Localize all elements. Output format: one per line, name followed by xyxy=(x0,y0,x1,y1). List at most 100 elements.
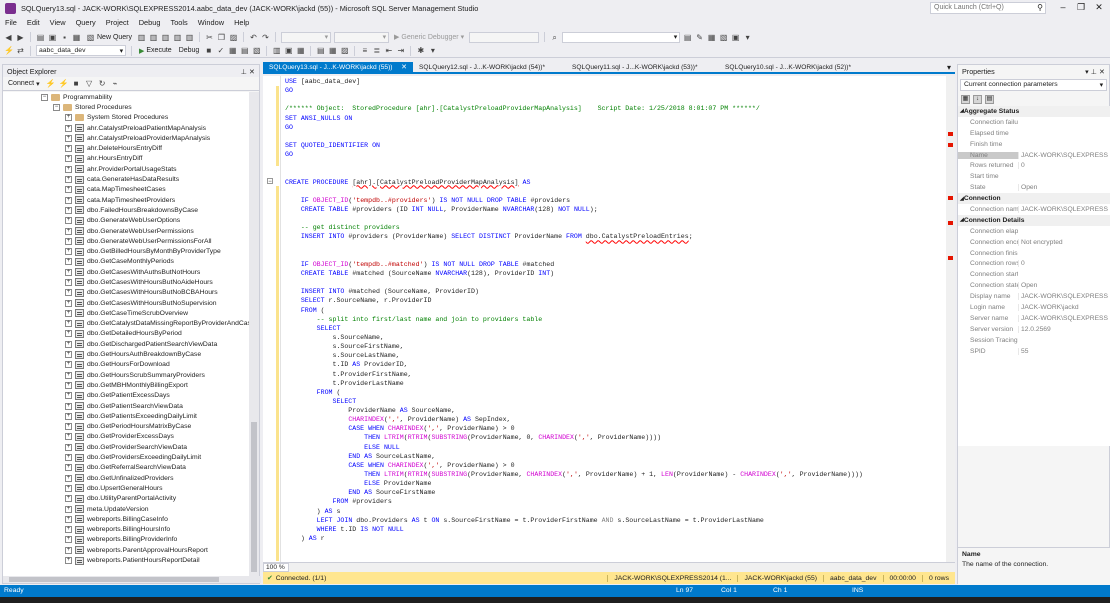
tree-node[interactable]: + cata.GenerateHasDataResults xyxy=(3,174,251,184)
expand-icon[interactable]: + xyxy=(65,526,72,534)
tree-node[interactable]: + dbo.UtilityParentPortalActivity xyxy=(3,494,251,504)
expand-icon[interactable]: + xyxy=(65,165,72,173)
tree-node[interactable]: + dbo.GetCasesWithHoursButNoSupervision xyxy=(3,298,251,308)
expand-icon[interactable]: + xyxy=(65,145,72,153)
properties-icon[interactable]: ▤ xyxy=(683,33,692,42)
collapse-icon[interactable]: − xyxy=(53,103,60,111)
properties-object-combo[interactable]: Current connection parameters ▾ xyxy=(960,79,1107,91)
property-row[interactable]: Start time xyxy=(958,171,1110,182)
expand-icon[interactable]: + xyxy=(65,433,72,441)
tree-node[interactable]: + webreports.BillingProviderInfo xyxy=(3,535,251,545)
property-row[interactable]: Connection encryptionNot encrypted xyxy=(958,237,1110,248)
expand-icon[interactable]: + xyxy=(65,309,72,317)
menu-tools[interactable]: Tools xyxy=(166,18,193,27)
disconnect-icon[interactable]: ⚡ xyxy=(59,79,69,88)
tree-node[interactable]: + dbo.GetReferralSearchViewData xyxy=(3,463,251,473)
tree-node[interactable]: + dbo.GetUnfinalizedProviders xyxy=(3,473,251,483)
menu-edit[interactable]: Edit xyxy=(22,18,45,27)
document-tab[interactable]: SQLQuery10.sql - J...K-WORK\jackd (52))* xyxy=(719,62,872,72)
redo-icon[interactable]: ↷ xyxy=(261,33,270,42)
quick-launch-input[interactable]: Quick Launch (Ctrl+Q) ⚲ xyxy=(930,2,1046,14)
tree-node[interactable]: + ahr.CatalystPreloadPatientMapAnalysis xyxy=(3,123,251,133)
expand-icon[interactable]: + xyxy=(65,196,72,204)
increase-indent-icon[interactable]: ⇥ xyxy=(396,46,405,55)
expand-icon[interactable]: + xyxy=(65,505,72,513)
activity-monitor-icon[interactable]: ⌁ xyxy=(111,79,120,88)
tree-node[interactable]: + dbo.GetPatientsExceedingDailyLimit xyxy=(3,411,251,421)
save-icon[interactable]: ▪ xyxy=(60,33,69,42)
categorized-icon[interactable]: ▦ xyxy=(961,95,970,104)
property-row[interactable]: Connection nameJACK-WORK\SQLEXPRESS2014 xyxy=(958,204,1110,215)
expand-icon[interactable]: + xyxy=(65,320,72,328)
menu-debug[interactable]: Debug xyxy=(134,18,166,27)
tree-node[interactable]: + webreports.ParentApprovalHoursReport xyxy=(3,545,251,555)
property-row[interactable]: Session Tracing ID xyxy=(958,335,1110,346)
filter-icon[interactable]: ▽ xyxy=(85,79,94,88)
start-debugger-button[interactable]: ▶ Generic Debugger ▾ xyxy=(392,33,466,42)
menu-file[interactable]: File xyxy=(0,18,22,27)
expand-icon[interactable]: + xyxy=(65,515,72,523)
menu-query[interactable]: Query xyxy=(71,18,101,27)
expand-icon[interactable]: + xyxy=(65,392,72,400)
menu-help[interactable]: Help xyxy=(229,18,254,27)
property-category[interactable]: ◢ Connection xyxy=(958,193,1110,205)
expand-icon[interactable]: + xyxy=(65,268,72,276)
tree-node[interactable]: + System Stored Procedures xyxy=(3,113,251,123)
decrease-indent-icon[interactable]: ⇤ xyxy=(384,46,393,55)
alphabetical-icon[interactable]: ↓ xyxy=(973,95,982,104)
document-tab[interactable]: SQLQuery13.sql - J...K-WORK\jackd (55)) ✕ xyxy=(263,62,413,72)
document-tab[interactable]: SQLQuery12.sql - J...K-WORK\jackd (54))* xyxy=(413,62,566,72)
tree-node[interactable]: + dbo.GetPatientSearchViewData xyxy=(3,401,251,411)
connect-icon[interactable]: ⚡ xyxy=(4,46,14,55)
back-icon[interactable]: ◀ xyxy=(4,33,13,42)
expand-icon[interactable]: + xyxy=(65,443,72,451)
change-connection-icon[interactable]: ⇄ xyxy=(16,46,25,55)
tree-node[interactable]: + dbo.GetBilledHoursByMonthByProviderType xyxy=(3,246,251,256)
expand-icon[interactable]: + xyxy=(65,258,72,266)
find-combo[interactable]: ▾ xyxy=(562,31,681,43)
expand-icon[interactable]: + xyxy=(65,454,72,462)
results-to-text-icon[interactable]: ▤ xyxy=(316,46,325,55)
expand-icon[interactable]: + xyxy=(65,155,72,163)
cancel-query-icon[interactable]: ■ xyxy=(204,46,213,55)
property-category[interactable]: ◢ Connection Details xyxy=(958,214,1110,226)
connect-button[interactable]: Connect ▾ xyxy=(6,80,42,88)
expand-icon[interactable]: + xyxy=(65,484,72,492)
tree-node[interactable]: + dbo.GetHoursScrubSummaryProviders xyxy=(3,370,251,380)
expand-icon[interactable]: + xyxy=(65,557,72,564)
tree-node[interactable]: + dbo.GenerateWebUserOptions xyxy=(3,216,251,226)
tree-node[interactable]: + dbo.GetProviderExcessDays xyxy=(3,432,251,442)
paste-icon[interactable]: ▨ xyxy=(229,33,238,42)
tree-node[interactable]: + dbo.GetMBHMonthlyBillingExport xyxy=(3,380,251,390)
tab-list-dropdown-icon[interactable]: ▾ xyxy=(947,63,955,72)
debug-target-combo[interactable] xyxy=(469,31,540,43)
expand-icon[interactable]: + xyxy=(65,340,72,348)
property-row[interactable]: Connection rows returned0 xyxy=(958,258,1110,269)
stop-icon[interactable]: ■ xyxy=(72,79,81,88)
pin-icon[interactable]: ⊥ xyxy=(1091,67,1099,76)
expand-icon[interactable]: + xyxy=(65,278,72,286)
sql-editor[interactable]: − USE [aabc_data_dev] GO /****** Object: S… xyxy=(263,76,955,562)
find-icon[interactable]: ⌕ xyxy=(550,33,559,42)
tree-node[interactable]: + dbo.GetPatientExcessDays xyxy=(3,391,251,401)
tree-horizontal-scrollbar[interactable] xyxy=(3,576,261,583)
tree-node[interactable]: + dbo.UpsertGeneralHours xyxy=(3,483,251,493)
dax-query-icon[interactable]: ▥ xyxy=(185,33,194,42)
tree-node[interactable]: + dbo.GetCasesWithHoursButNoBCBAHours xyxy=(3,288,251,298)
property-row[interactable]: Elapsed time xyxy=(958,128,1110,139)
expand-icon[interactable]: + xyxy=(65,114,72,122)
property-row[interactable]: Display name JACK-WORK\SQLEXPRESS2014 xyxy=(958,291,1110,302)
property-row[interactable]: SPID 55 xyxy=(958,346,1110,357)
expand-icon[interactable]: + xyxy=(65,474,72,482)
menu-window[interactable]: Window xyxy=(193,18,229,27)
expand-icon[interactable]: + xyxy=(65,176,72,184)
tree-node[interactable]: + cata.MapTimesheetProviders xyxy=(3,195,251,205)
document-tab[interactable]: SQLQuery11.sql - J...K-WORK\jackd (53))* xyxy=(566,62,719,72)
property-row[interactable]: Connection start time xyxy=(958,269,1110,280)
solution-config-combo[interactable]: ▾ xyxy=(281,31,332,43)
tree-node[interactable]: + dbo.GetProviderSearchViewData xyxy=(3,442,251,452)
expand-icon[interactable]: + xyxy=(65,299,72,307)
tree-node[interactable]: + dbo.GetDetailedHoursByPeriod xyxy=(3,329,251,339)
tree-node[interactable]: + webreports.BillingHoursInfo xyxy=(3,524,251,534)
mdx-query-icon[interactable]: ▥ xyxy=(149,33,158,42)
